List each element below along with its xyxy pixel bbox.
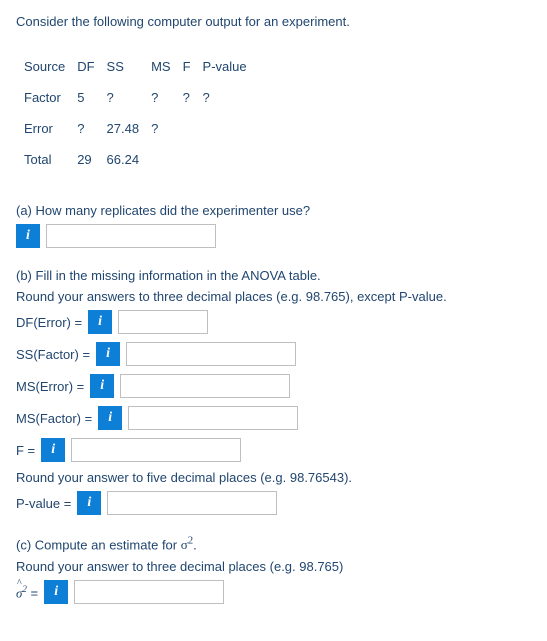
info-icon[interactable]: i bbox=[90, 374, 114, 398]
part-b-prompt2: Round your answers to three decimal plac… bbox=[16, 289, 531, 304]
col-ss: SS bbox=[107, 51, 152, 82]
f-label: F = bbox=[16, 443, 35, 458]
pvalue-label: P-value = bbox=[16, 496, 71, 511]
cell: 5 bbox=[77, 82, 106, 113]
table-row: Error ? 27.48 ? bbox=[24, 113, 259, 144]
cell: 66.24 bbox=[107, 144, 152, 175]
info-icon[interactable]: i bbox=[96, 342, 120, 366]
part-b: (b) Fill in the missing information in t… bbox=[16, 268, 531, 515]
intro-text: Consider the following computer output f… bbox=[16, 14, 531, 29]
table-row: Total 29 66.24 bbox=[24, 144, 259, 175]
col-df: DF bbox=[77, 51, 106, 82]
cell: ? bbox=[77, 113, 106, 144]
cell bbox=[203, 113, 259, 144]
part-c-prompt2: Round your answer to three decimal place… bbox=[16, 559, 531, 574]
col-source: Source bbox=[24, 51, 77, 82]
cell: ? bbox=[107, 82, 152, 113]
info-icon[interactable]: i bbox=[16, 224, 40, 248]
col-pvalue: P-value bbox=[203, 51, 259, 82]
ms-error-input[interactable] bbox=[120, 374, 290, 398]
df-error-label: DF(Error) = bbox=[16, 315, 82, 330]
cell: ? bbox=[203, 82, 259, 113]
ms-error-label: MS(Error) = bbox=[16, 379, 84, 394]
round-five-note: Round your answer to five decimal places… bbox=[16, 470, 531, 485]
info-icon[interactable]: i bbox=[41, 438, 65, 462]
cell: Total bbox=[24, 144, 77, 175]
info-icon[interactable]: i bbox=[44, 580, 68, 604]
cell: ? bbox=[151, 113, 183, 144]
ss-factor-input[interactable] bbox=[126, 342, 296, 366]
cell bbox=[183, 113, 203, 144]
part-a-prompt: (a) How many replicates did the experime… bbox=[16, 203, 531, 218]
info-icon[interactable]: i bbox=[77, 491, 101, 515]
pvalue-input[interactable] bbox=[107, 491, 277, 515]
cell: Error bbox=[24, 113, 77, 144]
cell bbox=[183, 144, 203, 175]
f-input[interactable] bbox=[71, 438, 241, 462]
table-header-row: Source DF SS MS F P-value bbox=[24, 51, 259, 82]
table-row: Factor 5 ? ? ? ? bbox=[24, 82, 259, 113]
part-b-prompt1: (b) Fill in the missing information in t… bbox=[16, 268, 531, 283]
sigma-input[interactable] bbox=[74, 580, 224, 604]
anova-table: Source DF SS MS F P-value Factor 5 ? ? ?… bbox=[24, 51, 259, 175]
ss-factor-label: SS(Factor) = bbox=[16, 347, 90, 362]
info-icon[interactable]: i bbox=[88, 310, 112, 334]
sigma-hat-label: ^σ2 = bbox=[16, 584, 38, 601]
cell: ? bbox=[151, 82, 183, 113]
ms-factor-input[interactable] bbox=[128, 406, 298, 430]
ms-factor-label: MS(Factor) = bbox=[16, 411, 92, 426]
cell bbox=[203, 144, 259, 175]
part-a: (a) How many replicates did the experime… bbox=[16, 203, 531, 248]
cell bbox=[151, 144, 183, 175]
cell: Factor bbox=[24, 82, 77, 113]
cell: 27.48 bbox=[107, 113, 152, 144]
part-c: (c) Compute an estimate for σ2. Round yo… bbox=[16, 535, 531, 604]
part-c-prompt1: (c) Compute an estimate for σ2. bbox=[16, 535, 531, 553]
replicates-input[interactable] bbox=[46, 224, 216, 248]
df-error-input[interactable] bbox=[118, 310, 208, 334]
cell: ? bbox=[183, 82, 203, 113]
info-icon[interactable]: i bbox=[98, 406, 122, 430]
col-ms: MS bbox=[151, 51, 183, 82]
col-f: F bbox=[183, 51, 203, 82]
cell: 29 bbox=[77, 144, 106, 175]
